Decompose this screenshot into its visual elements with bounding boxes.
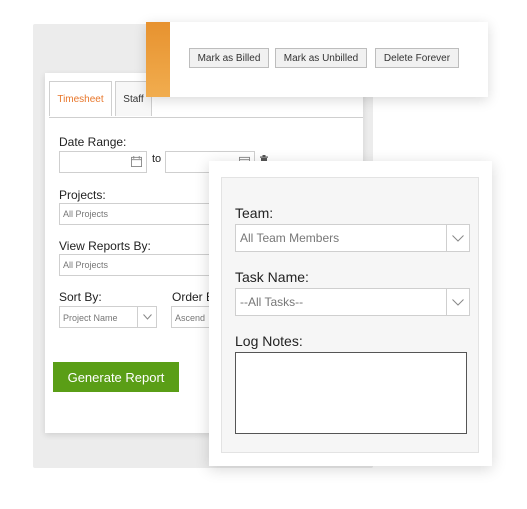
log-notes-textarea[interactable] (235, 352, 467, 434)
chevron-down-icon[interactable] (446, 289, 469, 315)
date-from-input[interactable] (59, 151, 147, 173)
team-select[interactable]: All Team Members (235, 224, 470, 252)
accent-bar (146, 22, 170, 97)
projects-label: Projects: (59, 188, 106, 202)
task-name-label: Task Name: (235, 269, 309, 285)
chevron-down-icon[interactable] (137, 307, 156, 327)
tab-bar: Timesheet Staff (49, 81, 155, 117)
tab-divider (49, 117, 363, 118)
team-label: Team: (235, 205, 274, 221)
delete-forever-button[interactable]: Delete Forever (375, 48, 459, 68)
view-reports-by-select[interactable]: All Projects (59, 254, 219, 276)
sort-by-select[interactable]: Project Name (59, 306, 157, 328)
calendar-icon[interactable] (131, 156, 142, 167)
task-name-select-value: --All Tasks-- (240, 295, 304, 309)
sort-by-value: Project Name (63, 313, 118, 323)
bulk-actions-panel: Mark as Billed Mark as Unbilled Delete F… (146, 22, 488, 97)
projects-select[interactable]: All Projects (59, 203, 219, 225)
view-reports-by-label: View Reports By: (59, 239, 151, 253)
filter-panel: Team: All Team Members Task Name: --All … (209, 161, 492, 466)
to-label: to (152, 153, 162, 165)
date-range-label: Date Range: (59, 135, 127, 149)
team-select-value: All Team Members (240, 231, 340, 245)
mark-as-billed-button[interactable]: Mark as Billed (189, 48, 269, 68)
order-by-label: Order B (172, 290, 215, 304)
filter-panel-body: Team: All Team Members Task Name: --All … (221, 177, 479, 453)
tab-timesheet[interactable]: Timesheet (49, 81, 112, 116)
task-name-select[interactable]: --All Tasks-- (235, 288, 470, 316)
chevron-down-icon[interactable] (446, 225, 469, 251)
generate-report-button[interactable]: Generate Report (53, 362, 179, 392)
mark-as-unbilled-button[interactable]: Mark as Unbilled (275, 48, 367, 68)
sort-by-label: Sort By: (59, 290, 102, 304)
log-notes-label: Log Notes: (235, 333, 303, 349)
